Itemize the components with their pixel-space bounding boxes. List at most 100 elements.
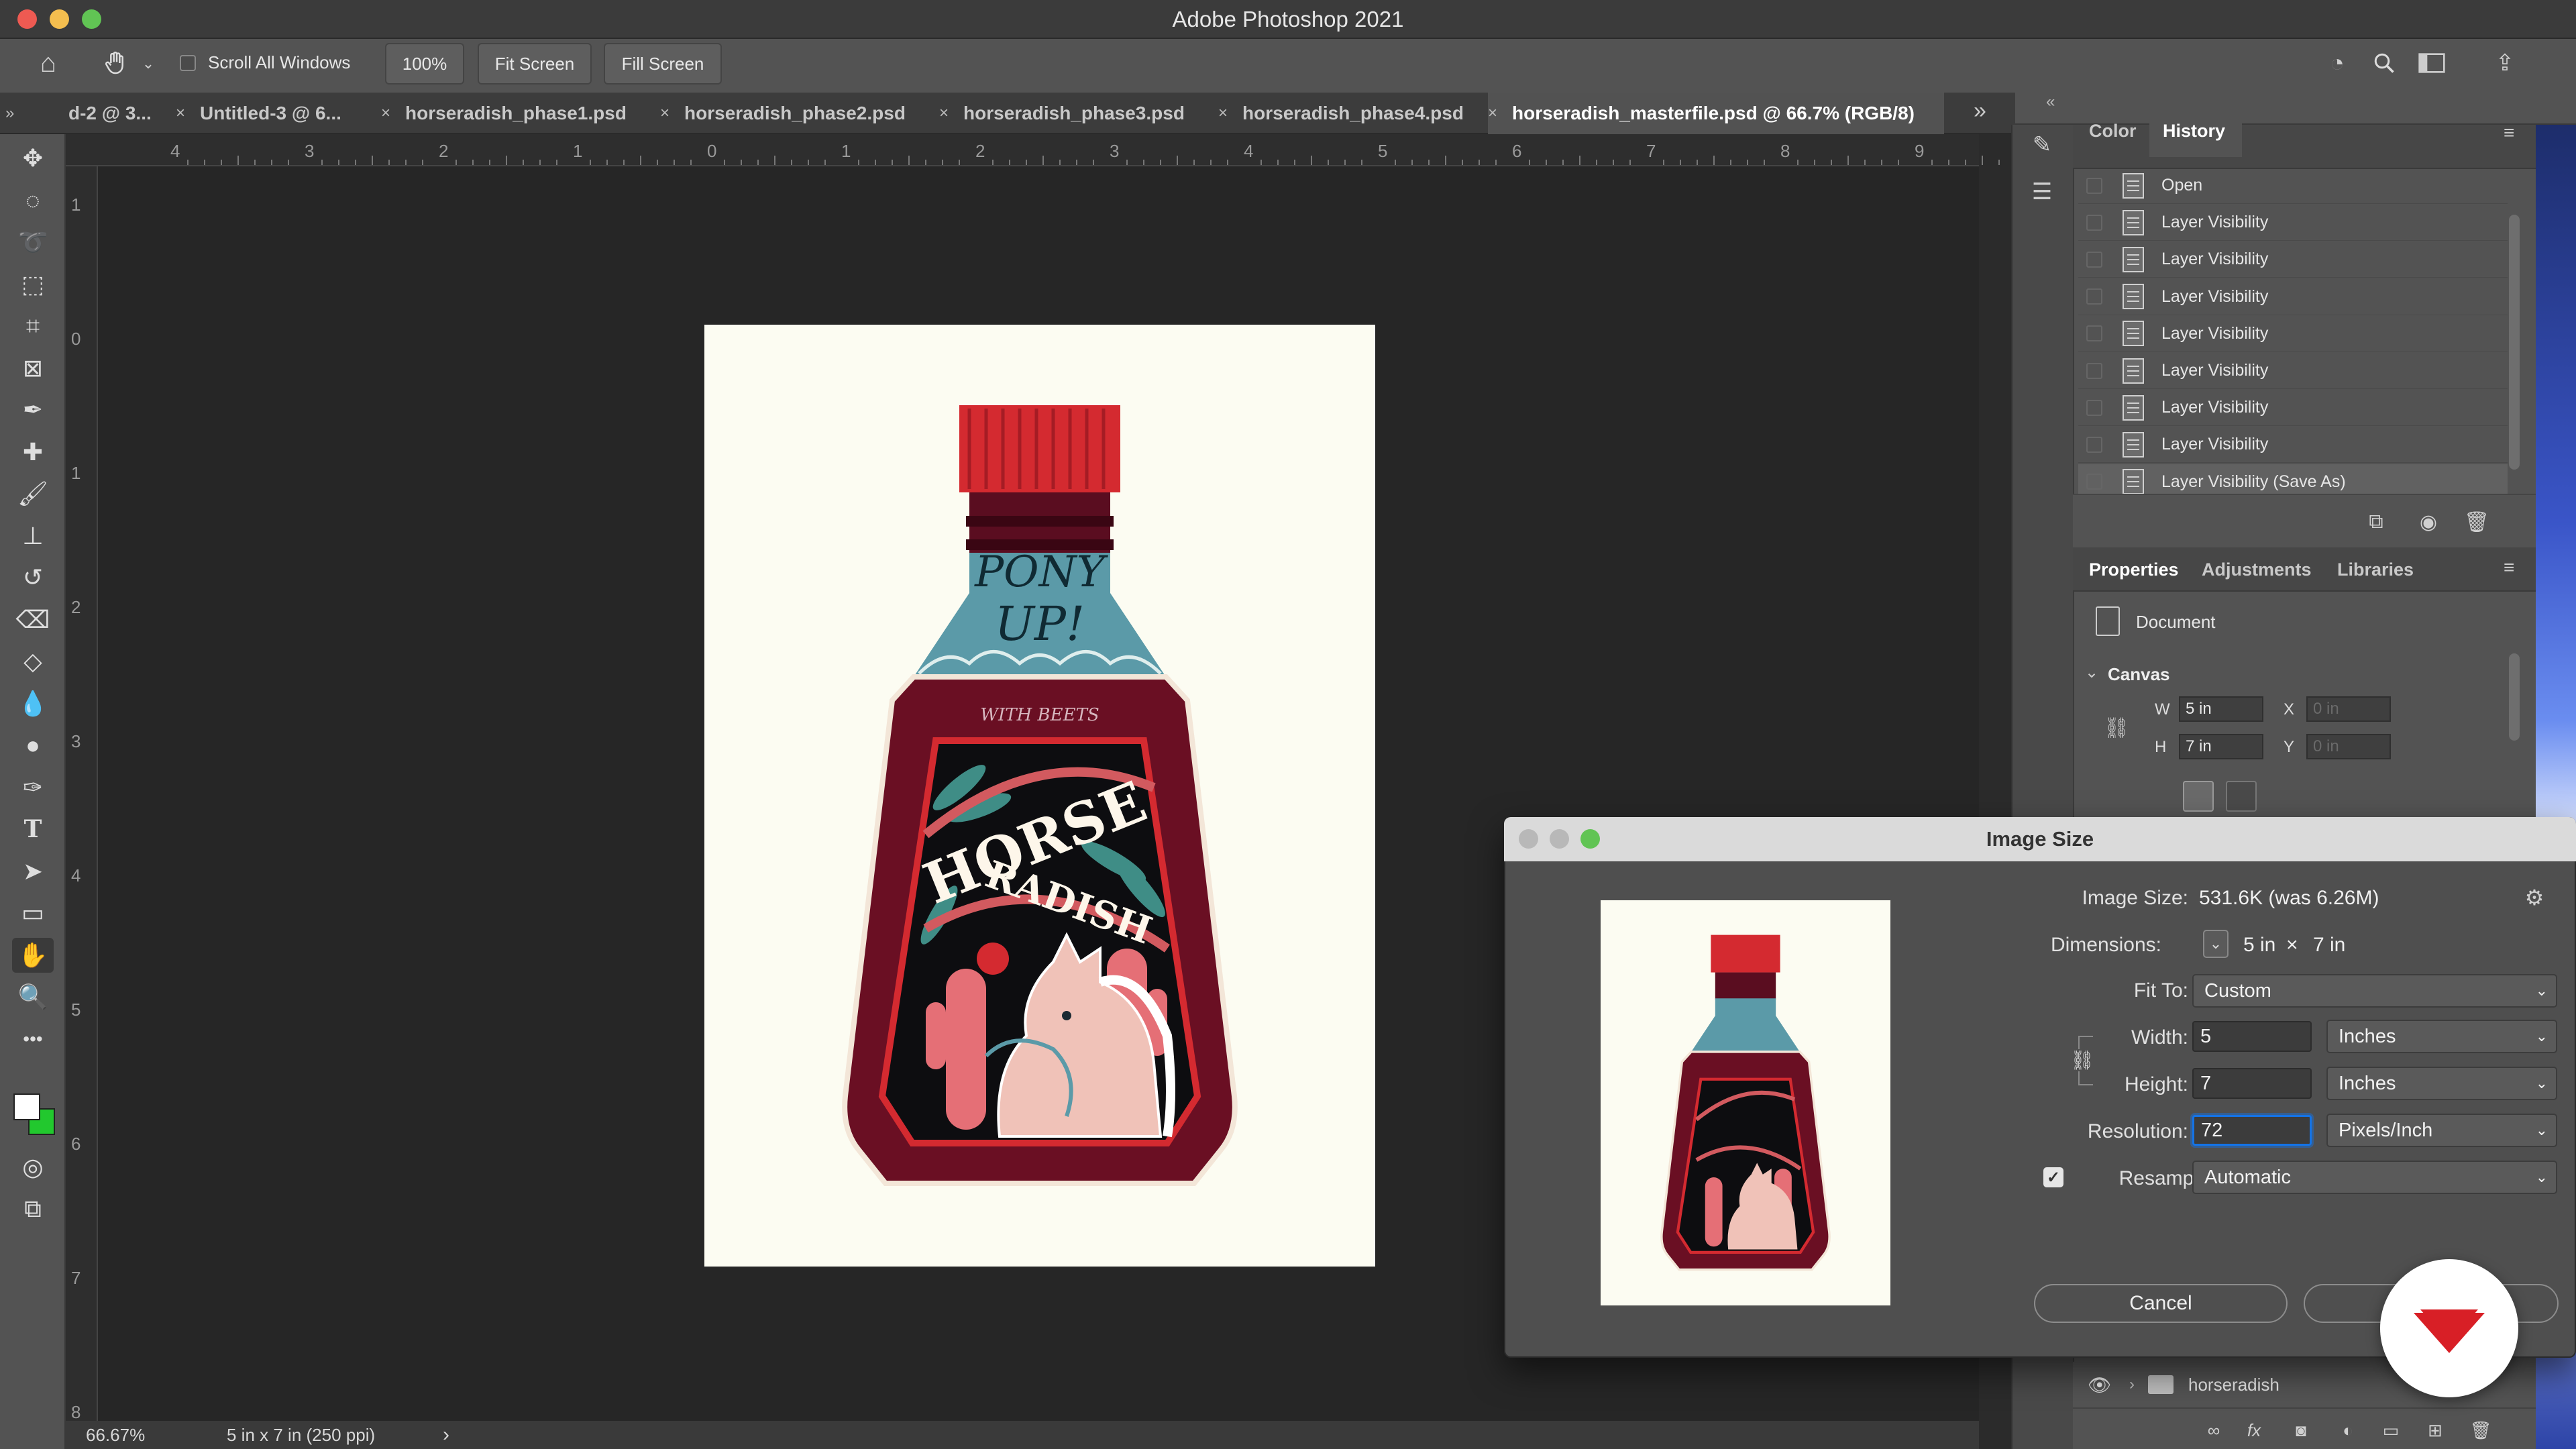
delete-state-icon[interactable]: 🗑 (2463, 508, 2490, 535)
blur-tool-icon[interactable]: 💧 (12, 686, 54, 721)
dialog-minimize-button[interactable] (1550, 829, 1569, 849)
history-state-item[interactable]: Layer Visibility (2078, 316, 2508, 352)
close-tab-icon[interactable]: × (939, 104, 949, 123)
canvas-width-field[interactable]: 5 in (2179, 696, 2263, 722)
horizontal-ruler[interactable] (66, 134, 1979, 166)
new-group-icon[interactable]: ▭ (2377, 1417, 2404, 1444)
more-tools-icon[interactable]: ••• (12, 1022, 54, 1057)
tab-document-4[interactable]: × horseradish_phase2.psd (660, 93, 928, 134)
history-state-item[interactable]: Layer Visibility (2078, 390, 2508, 427)
document-canvas[interactable]: PONY UP! WITH BEETS HORSE RADISH (704, 325, 1375, 1267)
history-snapshot-checkbox[interactable] (2086, 214, 2102, 231)
brush-settings-icon[interactable]: ✎ (2022, 127, 2062, 162)
share-icon[interactable]: ⇪ (2489, 47, 2521, 79)
delete-layer-icon[interactable]: 🗑 (2467, 1417, 2494, 1444)
tab-document-7[interactable]: × horseradish_masterfile.psd @ 66.7% (RGB… (1488, 93, 1944, 134)
history-snapshot-checkbox[interactable] (2086, 399, 2102, 416)
fill-screen-button[interactable]: Fill Screen (604, 43, 722, 85)
history-snapshot-checkbox[interactable] (2086, 474, 2102, 490)
landscape-orientation-icon[interactable] (2226, 781, 2257, 812)
scroll-all-windows-checkbox[interactable] (180, 55, 196, 71)
crop-tool-icon[interactable]: ⌗ (12, 309, 54, 343)
link-dimensions-icon[interactable]: ⛓ (2104, 716, 2129, 740)
collapse-left-icon[interactable]: » (5, 93, 25, 134)
history-snapshot-checkbox[interactable] (2086, 288, 2102, 305)
hand-tool-preset-icon[interactable] (98, 46, 133, 80)
height-unit-select[interactable]: Inches ⌄ (2326, 1067, 2557, 1100)
search-icon[interactable] (2368, 47, 2400, 79)
width-input[interactable]: 5 (2192, 1021, 2312, 1052)
resolution-unit-select[interactable]: Pixels/Inch ⌄ (2326, 1114, 2557, 1147)
close-tab-icon[interactable]: × (176, 104, 185, 123)
panel-menu-icon[interactable]: ≡ (2504, 122, 2514, 144)
paint-bucket-icon[interactable]: ◇ (12, 644, 54, 679)
cancel-button[interactable]: Cancel (2034, 1284, 2288, 1323)
resample-select[interactable]: Automatic ⌄ (2192, 1161, 2557, 1194)
close-tab-icon[interactable]: × (381, 104, 390, 123)
dialog-zoom-button[interactable] (1580, 829, 1600, 849)
dialog-close-button[interactable] (1519, 829, 1538, 849)
history-state-item[interactable]: Layer Visibility (2078, 427, 2508, 464)
vertical-ruler[interactable] (66, 166, 98, 1421)
history-brush-icon[interactable]: ↺ (12, 560, 54, 595)
tab-document-6[interactable]: × horseradish_phase4.psd (1218, 93, 1487, 134)
frame-tool-icon[interactable]: ⊠ (12, 351, 54, 386)
canvas-y-field[interactable]: 0 in (2306, 734, 2391, 759)
mask-icon[interactable]: ◙ (2288, 1417, 2314, 1444)
chevron-down-icon[interactable]: ⌄ (138, 52, 158, 75)
gear-icon[interactable]: ⚙ (2521, 884, 2548, 911)
tab-document-1[interactable]: d-2 @ 3... (67, 93, 168, 134)
chevron-right-icon[interactable]: › (2129, 1375, 2135, 1394)
eraser-tool-icon[interactable]: ⌫ (12, 602, 54, 637)
rectangle-tool-icon[interactable]: ▭ (12, 896, 54, 930)
adjust-presets-icon[interactable]: ☰ (2022, 174, 2062, 209)
properties-scrollbar[interactable] (2509, 653, 2520, 741)
history-state-item[interactable]: Layer Visibility (2078, 205, 2508, 241)
history-snapshot-checkbox[interactable] (2086, 325, 2102, 342)
eyedropper-tool-icon[interactable]: ✒ (12, 392, 54, 427)
path-select-tool-icon[interactable]: ➤ (12, 854, 54, 889)
zoom-tool-icon[interactable]: 🔍 (12, 979, 54, 1014)
new-layer-icon[interactable]: ⊞ (2422, 1417, 2449, 1444)
resolution-input[interactable]: 72 (2192, 1115, 2312, 1146)
home-icon[interactable]: ⌂ (31, 46, 66, 80)
foreground-color-swatch[interactable] (13, 1093, 40, 1120)
close-tab-icon[interactable]: × (660, 104, 669, 123)
collapse-dock-icon[interactable]: « (2046, 93, 2055, 111)
new-document-from-state-icon[interactable]: ⧉ (2363, 508, 2390, 535)
close-tab-icon[interactable]: × (1218, 104, 1228, 123)
history-scrollbar[interactable] (2509, 215, 2520, 470)
zoom-100-button[interactable]: 100% (385, 43, 464, 85)
link-layers-icon[interactable]: ∞ (2200, 1417, 2227, 1444)
healing-brush-icon[interactable]: ✚ (12, 435, 54, 470)
status-menu-icon[interactable]: › (443, 1424, 449, 1446)
image-size-preview[interactable] (1601, 900, 1890, 1305)
constrain-proportions-link-icon[interactable]: ⛓ (2070, 1049, 2094, 1071)
close-tab-icon[interactable]: × (1488, 104, 1497, 123)
move-tool-icon[interactable]: ✥ (12, 141, 54, 176)
history-state-item[interactable]: Layer Visibility (2078, 279, 2508, 315)
quick-mask-icon[interactable]: ◎ (12, 1150, 54, 1185)
fit-screen-button[interactable]: Fit Screen (478, 43, 592, 85)
width-unit-select[interactable]: Inches ⌄ (2326, 1020, 2557, 1053)
workspace-icon[interactable] (2415, 47, 2449, 79)
pen-tool-icon[interactable]: ✑ (12, 770, 54, 805)
learn-icon[interactable]: ◔ (2321, 47, 2353, 79)
eye-visibility-icon[interactable]: 👁 (2088, 1374, 2112, 1396)
history-snapshot-checkbox[interactable] (2086, 362, 2102, 379)
portrait-orientation-icon[interactable] (2183, 781, 2214, 812)
dimensions-unit-dropdown[interactable]: ⌄ (2203, 930, 2229, 958)
canvas-x-field[interactable]: 0 in (2306, 696, 2391, 722)
object-select-tool-icon[interactable]: ⬚ (12, 267, 54, 302)
tab-color[interactable]: Color (2089, 121, 2137, 142)
tab-history[interactable]: History (2163, 121, 2225, 142)
hand-tool-icon[interactable]: ✋ (12, 937, 54, 973)
history-state-item[interactable]: Open (2078, 168, 2508, 204)
tab-document-5[interactable]: × horseradish_phase3.psd (939, 93, 1208, 134)
snapshot-camera-icon[interactable]: ◉ (2415, 508, 2442, 535)
chevron-down-icon[interactable]: ⌄ (2085, 663, 2098, 682)
properties-menu-icon[interactable]: ≡ (2504, 557, 2514, 578)
tab-document-2[interactable]: × Untitled-3 @ 6... (176, 93, 370, 134)
screen-mode-icon[interactable]: ⧉ (12, 1191, 54, 1226)
adjustment-layer-icon[interactable]: ◐ (2334, 1417, 2361, 1444)
